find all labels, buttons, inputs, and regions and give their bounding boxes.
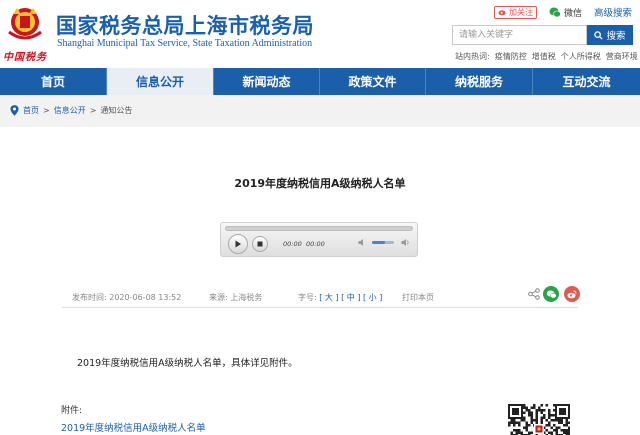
print-link[interactable]: 打印本页 xyxy=(402,292,434,303)
hot-word[interactable]: 营商环境 xyxy=(606,51,638,62)
wechat-share-button[interactable] xyxy=(543,286,559,302)
search-button-label: 搜索 xyxy=(606,31,626,42)
main-nav: 首页 信息公开 新闻动态 政策文件 纳税服务 互动交流 xyxy=(0,68,640,95)
publish-time-value: 2020-06-08 13:52 xyxy=(109,293,182,302)
font-size-controls: 字号: [ 大 ] [ 中 ] [ 小 ] xyxy=(298,293,383,302)
breadcrumb-info-disclosure[interactable]: 信息公开 xyxy=(54,105,86,116)
volume-level xyxy=(372,241,386,244)
qr-code-icon xyxy=(508,404,570,435)
tax-emblem-icon[interactable] xyxy=(5,4,45,44)
nav-item-policy[interactable]: 政策文件 xyxy=(320,68,426,95)
audio-current-time: 00:00 xyxy=(283,240,302,248)
attachment-link[interactable]: 2019年度纳税信用A级纳税人名单 xyxy=(61,420,206,434)
stop-icon xyxy=(257,241,263,247)
search-icon xyxy=(594,30,604,40)
source-label: 来源: xyxy=(209,293,228,302)
attachment-label: 附件: xyxy=(61,406,83,416)
search-input[interactable]: 请输入关键字 xyxy=(452,25,587,45)
audio-duration: 00:00 xyxy=(306,240,325,248)
article-title: 2019年度纳税信用A级纳税人名单 xyxy=(234,177,406,190)
hot-words: 站内热词: 疫情防控 增值税 个人所得税 营商环境 xyxy=(455,51,638,62)
breadcrumb-separator: > xyxy=(43,106,50,115)
font-size-medium[interactable]: 中 xyxy=(347,293,355,302)
publish-time: 发布时间: 2020-06-08 13:52 xyxy=(72,292,181,303)
source: 来源: 上海税务 xyxy=(209,292,262,303)
wechat-icon xyxy=(549,7,561,17)
volume-low-icon[interactable] xyxy=(358,238,367,247)
volume-slider[interactable] xyxy=(372,241,394,244)
share-icon[interactable] xyxy=(528,288,540,300)
weibo-icon xyxy=(567,290,577,298)
stop-button[interactable] xyxy=(252,236,268,252)
breadcrumb-home[interactable]: 首页 xyxy=(23,105,39,116)
wechat-icon xyxy=(546,290,556,298)
nav-item-info-disclosure[interactable]: 信息公开 xyxy=(107,68,214,95)
font-size-label: 字号: xyxy=(298,293,317,302)
hot-word[interactable]: 增值税 xyxy=(532,51,556,62)
weibo-share-button[interactable] xyxy=(564,286,580,302)
nav-item-tax-service[interactable]: 纳税服务 xyxy=(426,68,533,95)
publish-time-label: 发布时间: xyxy=(72,293,107,302)
font-size-large[interactable]: 大 xyxy=(325,293,333,302)
weixin-label: 微信 xyxy=(563,8,582,19)
advanced-search-link[interactable]: 高级搜索 xyxy=(594,5,632,19)
weixin-link[interactable]: 微信 xyxy=(549,6,582,19)
meta-divider xyxy=(62,307,578,308)
breadcrumb-current: 通知公告 xyxy=(100,106,133,115)
audio-player: 00:00 00:00 xyxy=(220,222,418,257)
breadcrumb: 首页 > 信息公开 > 通知公告 xyxy=(10,105,132,116)
font-size-small[interactable]: 小 xyxy=(369,293,377,302)
article-body: 2019年度纳税信用A级纳税人名单，具体详见附件。 xyxy=(77,358,298,369)
weibo-follow-button[interactable]: 加关注 xyxy=(493,5,537,19)
top-links: 加关注 微信 高级搜索 xyxy=(493,5,632,19)
hot-word[interactable]: 疫情防控 xyxy=(495,51,527,62)
source-value: 上海税务 xyxy=(230,293,263,302)
article-card xyxy=(0,127,640,435)
nav-item-interaction[interactable]: 互动交流 xyxy=(533,68,640,95)
play-icon xyxy=(235,240,241,248)
site-header: 中国税务 国家税务总局上海市税务局 Shanghai Municipal Tax… xyxy=(0,0,640,68)
hot-word[interactable]: 个人所得税 xyxy=(561,51,601,62)
site-title[interactable]: 国家税务总局上海市税务局 xyxy=(56,10,314,40)
nav-item-news[interactable]: 新闻动态 xyxy=(214,68,320,95)
hot-words-label: 站内热词: xyxy=(455,52,490,61)
search-button[interactable]: 搜索 xyxy=(587,25,633,45)
volume-high-icon[interactable] xyxy=(401,238,410,247)
nav-item-home[interactable]: 首页 xyxy=(0,68,107,95)
emblem-caption: 中国税务 xyxy=(3,52,47,63)
site-subtitle: Shanghai Municipal Tax Service, State Ta… xyxy=(57,38,313,49)
weibo-follow-label: 加关注 xyxy=(508,7,533,17)
weibo-icon xyxy=(498,10,506,16)
audio-progress-bar[interactable] xyxy=(225,226,413,231)
breadcrumb-separator: > xyxy=(89,106,97,115)
location-pin-icon xyxy=(10,105,19,116)
play-button[interactable] xyxy=(228,234,248,254)
